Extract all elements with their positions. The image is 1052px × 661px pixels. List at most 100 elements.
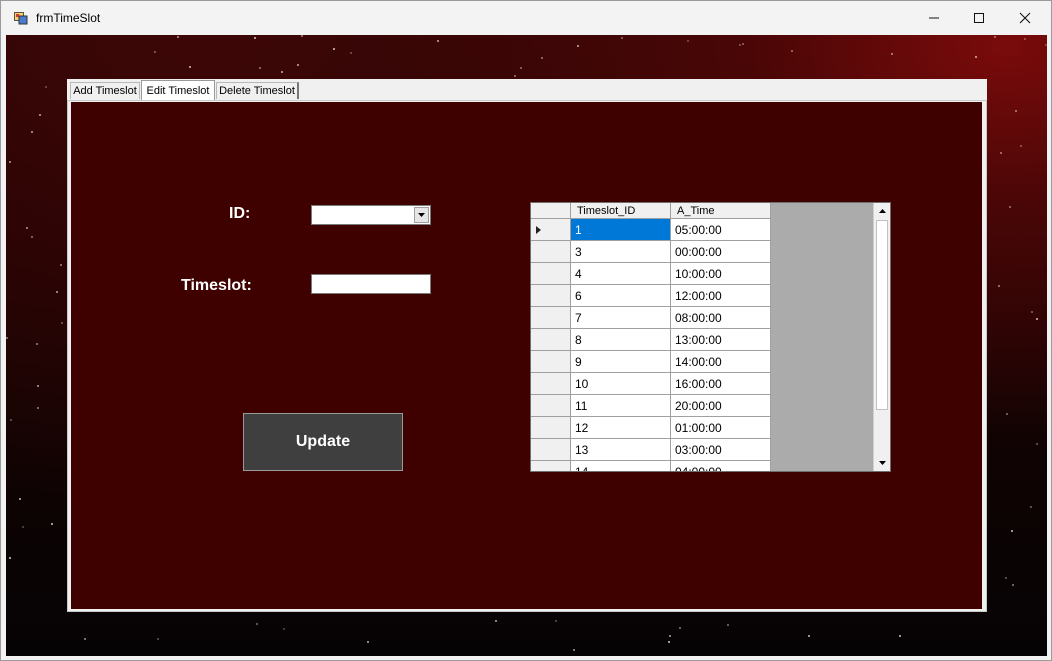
row-header[interactable] xyxy=(531,351,571,373)
row-header[interactable] xyxy=(531,329,571,351)
star xyxy=(39,113,42,116)
cell-a-time[interactable]: 05:00:00 xyxy=(671,219,771,241)
table-row[interactable]: 11 20:00:00 xyxy=(531,395,771,417)
star xyxy=(254,37,257,40)
star xyxy=(177,35,180,38)
star xyxy=(1024,38,1027,41)
row-header[interactable] xyxy=(531,373,571,395)
star xyxy=(1031,311,1034,314)
cell-timeslot-id[interactable]: 6 xyxy=(571,285,671,307)
column-header-a-time[interactable]: A_Time xyxy=(671,203,771,219)
grid-header: Timeslot_ID A_Time xyxy=(531,203,771,219)
star xyxy=(741,43,744,46)
cell-timeslot-id[interactable]: 9 xyxy=(571,351,671,373)
cell-timeslot-id[interactable]: 12 xyxy=(571,417,671,439)
star xyxy=(1019,145,1022,148)
cell-a-time[interactable]: 12:00:00 xyxy=(671,285,771,307)
scroll-up-button[interactable] xyxy=(874,203,890,219)
row-header[interactable] xyxy=(531,461,571,471)
star xyxy=(678,627,681,630)
cell-timeslot-id[interactable]: 14 xyxy=(571,461,671,471)
cell-a-time[interactable]: 03:00:00 xyxy=(671,439,771,461)
table-row[interactable]: 14 04:00:00 xyxy=(531,461,771,471)
table-row[interactable]: 1 05:00:00 xyxy=(531,219,771,241)
star xyxy=(668,640,671,643)
timeslot-input[interactable] xyxy=(311,274,431,294)
cell-a-time[interactable]: 08:00:00 xyxy=(671,307,771,329)
cell-timeslot-id[interactable]: 1 xyxy=(571,219,671,241)
star xyxy=(1005,577,1008,580)
star xyxy=(437,40,440,43)
table-row[interactable]: 9 14:00:00 xyxy=(531,351,771,373)
star xyxy=(26,227,29,230)
title-bar[interactable]: frmTimeSlot xyxy=(1,1,1051,35)
row-header[interactable] xyxy=(531,307,571,329)
cell-timeslot-id[interactable]: 13 xyxy=(571,439,671,461)
table-row[interactable]: 6 12:00:00 xyxy=(531,285,771,307)
cell-a-time[interactable]: 00:00:00 xyxy=(671,241,771,263)
table-row[interactable]: 8 13:00:00 xyxy=(531,329,771,351)
cell-a-time[interactable]: 14:00:00 xyxy=(671,351,771,373)
star xyxy=(256,623,259,626)
cell-timeslot-id[interactable]: 11 xyxy=(571,395,671,417)
table-row[interactable]: 3 00:00:00 xyxy=(531,241,771,263)
cell-timeslot-id[interactable]: 10 xyxy=(571,373,671,395)
cell-a-time[interactable]: 13:00:00 xyxy=(671,329,771,351)
chevron-up-icon xyxy=(878,209,886,213)
row-header[interactable] xyxy=(531,263,571,285)
star xyxy=(513,74,516,77)
star xyxy=(333,48,336,51)
scroll-down-button[interactable] xyxy=(874,455,890,471)
star xyxy=(154,51,157,54)
row-header[interactable] xyxy=(531,285,571,307)
tab-add-timeslot[interactable]: Add Timeslot xyxy=(70,82,140,99)
star xyxy=(59,263,62,266)
table-row[interactable]: 12 01:00:00 xyxy=(531,417,771,439)
star xyxy=(727,623,730,626)
minimize-button[interactable] xyxy=(911,1,957,35)
row-header[interactable] xyxy=(531,395,571,417)
row-header[interactable] xyxy=(531,417,571,439)
row-header[interactable] xyxy=(531,219,571,241)
column-header-timeslot-id[interactable]: Timeslot_ID xyxy=(571,203,671,219)
id-combobox[interactable] xyxy=(311,205,431,225)
star xyxy=(283,627,286,630)
star xyxy=(50,523,53,526)
star xyxy=(998,285,1001,288)
table-row[interactable]: 10 16:00:00 xyxy=(531,373,771,395)
scroll-thumb[interactable] xyxy=(876,220,888,410)
cell-a-time[interactable]: 04:00:00 xyxy=(671,461,771,471)
star xyxy=(19,497,22,500)
table-row[interactable]: 4 10:00:00 xyxy=(531,263,771,285)
cell-a-time[interactable]: 01:00:00 xyxy=(671,417,771,439)
cell-a-time[interactable]: 10:00:00 xyxy=(671,263,771,285)
tab-edit-timeslot[interactable]: Edit Timeslot xyxy=(141,80,215,100)
cell-a-time[interactable]: 20:00:00 xyxy=(671,395,771,417)
cell-timeslot-id[interactable]: 4 xyxy=(571,263,671,285)
chevron-down-icon xyxy=(878,461,886,465)
vertical-scrollbar[interactable] xyxy=(873,203,890,471)
cell-a-time[interactable]: 16:00:00 xyxy=(671,373,771,395)
row-header[interactable] xyxy=(531,241,571,263)
close-icon xyxy=(1019,12,1031,24)
tab-delete-timeslot[interactable]: Delete Timeslot xyxy=(216,82,299,99)
cell-timeslot-id[interactable]: 3 xyxy=(571,241,671,263)
maximize-button[interactable] xyxy=(956,1,1002,35)
star xyxy=(281,70,284,73)
star xyxy=(259,66,262,69)
update-button[interactable]: Update xyxy=(243,413,403,471)
cell-timeslot-id[interactable]: 7 xyxy=(571,307,671,329)
dropdown-button[interactable] xyxy=(414,207,429,223)
star xyxy=(1044,43,1047,46)
close-button[interactable] xyxy=(1002,1,1048,35)
star xyxy=(1029,506,1032,509)
star xyxy=(1014,109,1017,112)
row-header[interactable] xyxy=(531,439,571,461)
table-row[interactable]: 13 03:00:00 xyxy=(531,439,771,461)
star xyxy=(84,638,87,641)
star xyxy=(898,635,901,638)
table-row[interactable]: 7 08:00:00 xyxy=(531,307,771,329)
timeslot-grid[interactable]: Timeslot_ID A_Time 1 05:00:00 3 00:00:00 4 10… xyxy=(530,202,891,472)
grid-corner-cell[interactable] xyxy=(531,203,571,219)
cell-timeslot-id[interactable]: 8 xyxy=(571,329,671,351)
